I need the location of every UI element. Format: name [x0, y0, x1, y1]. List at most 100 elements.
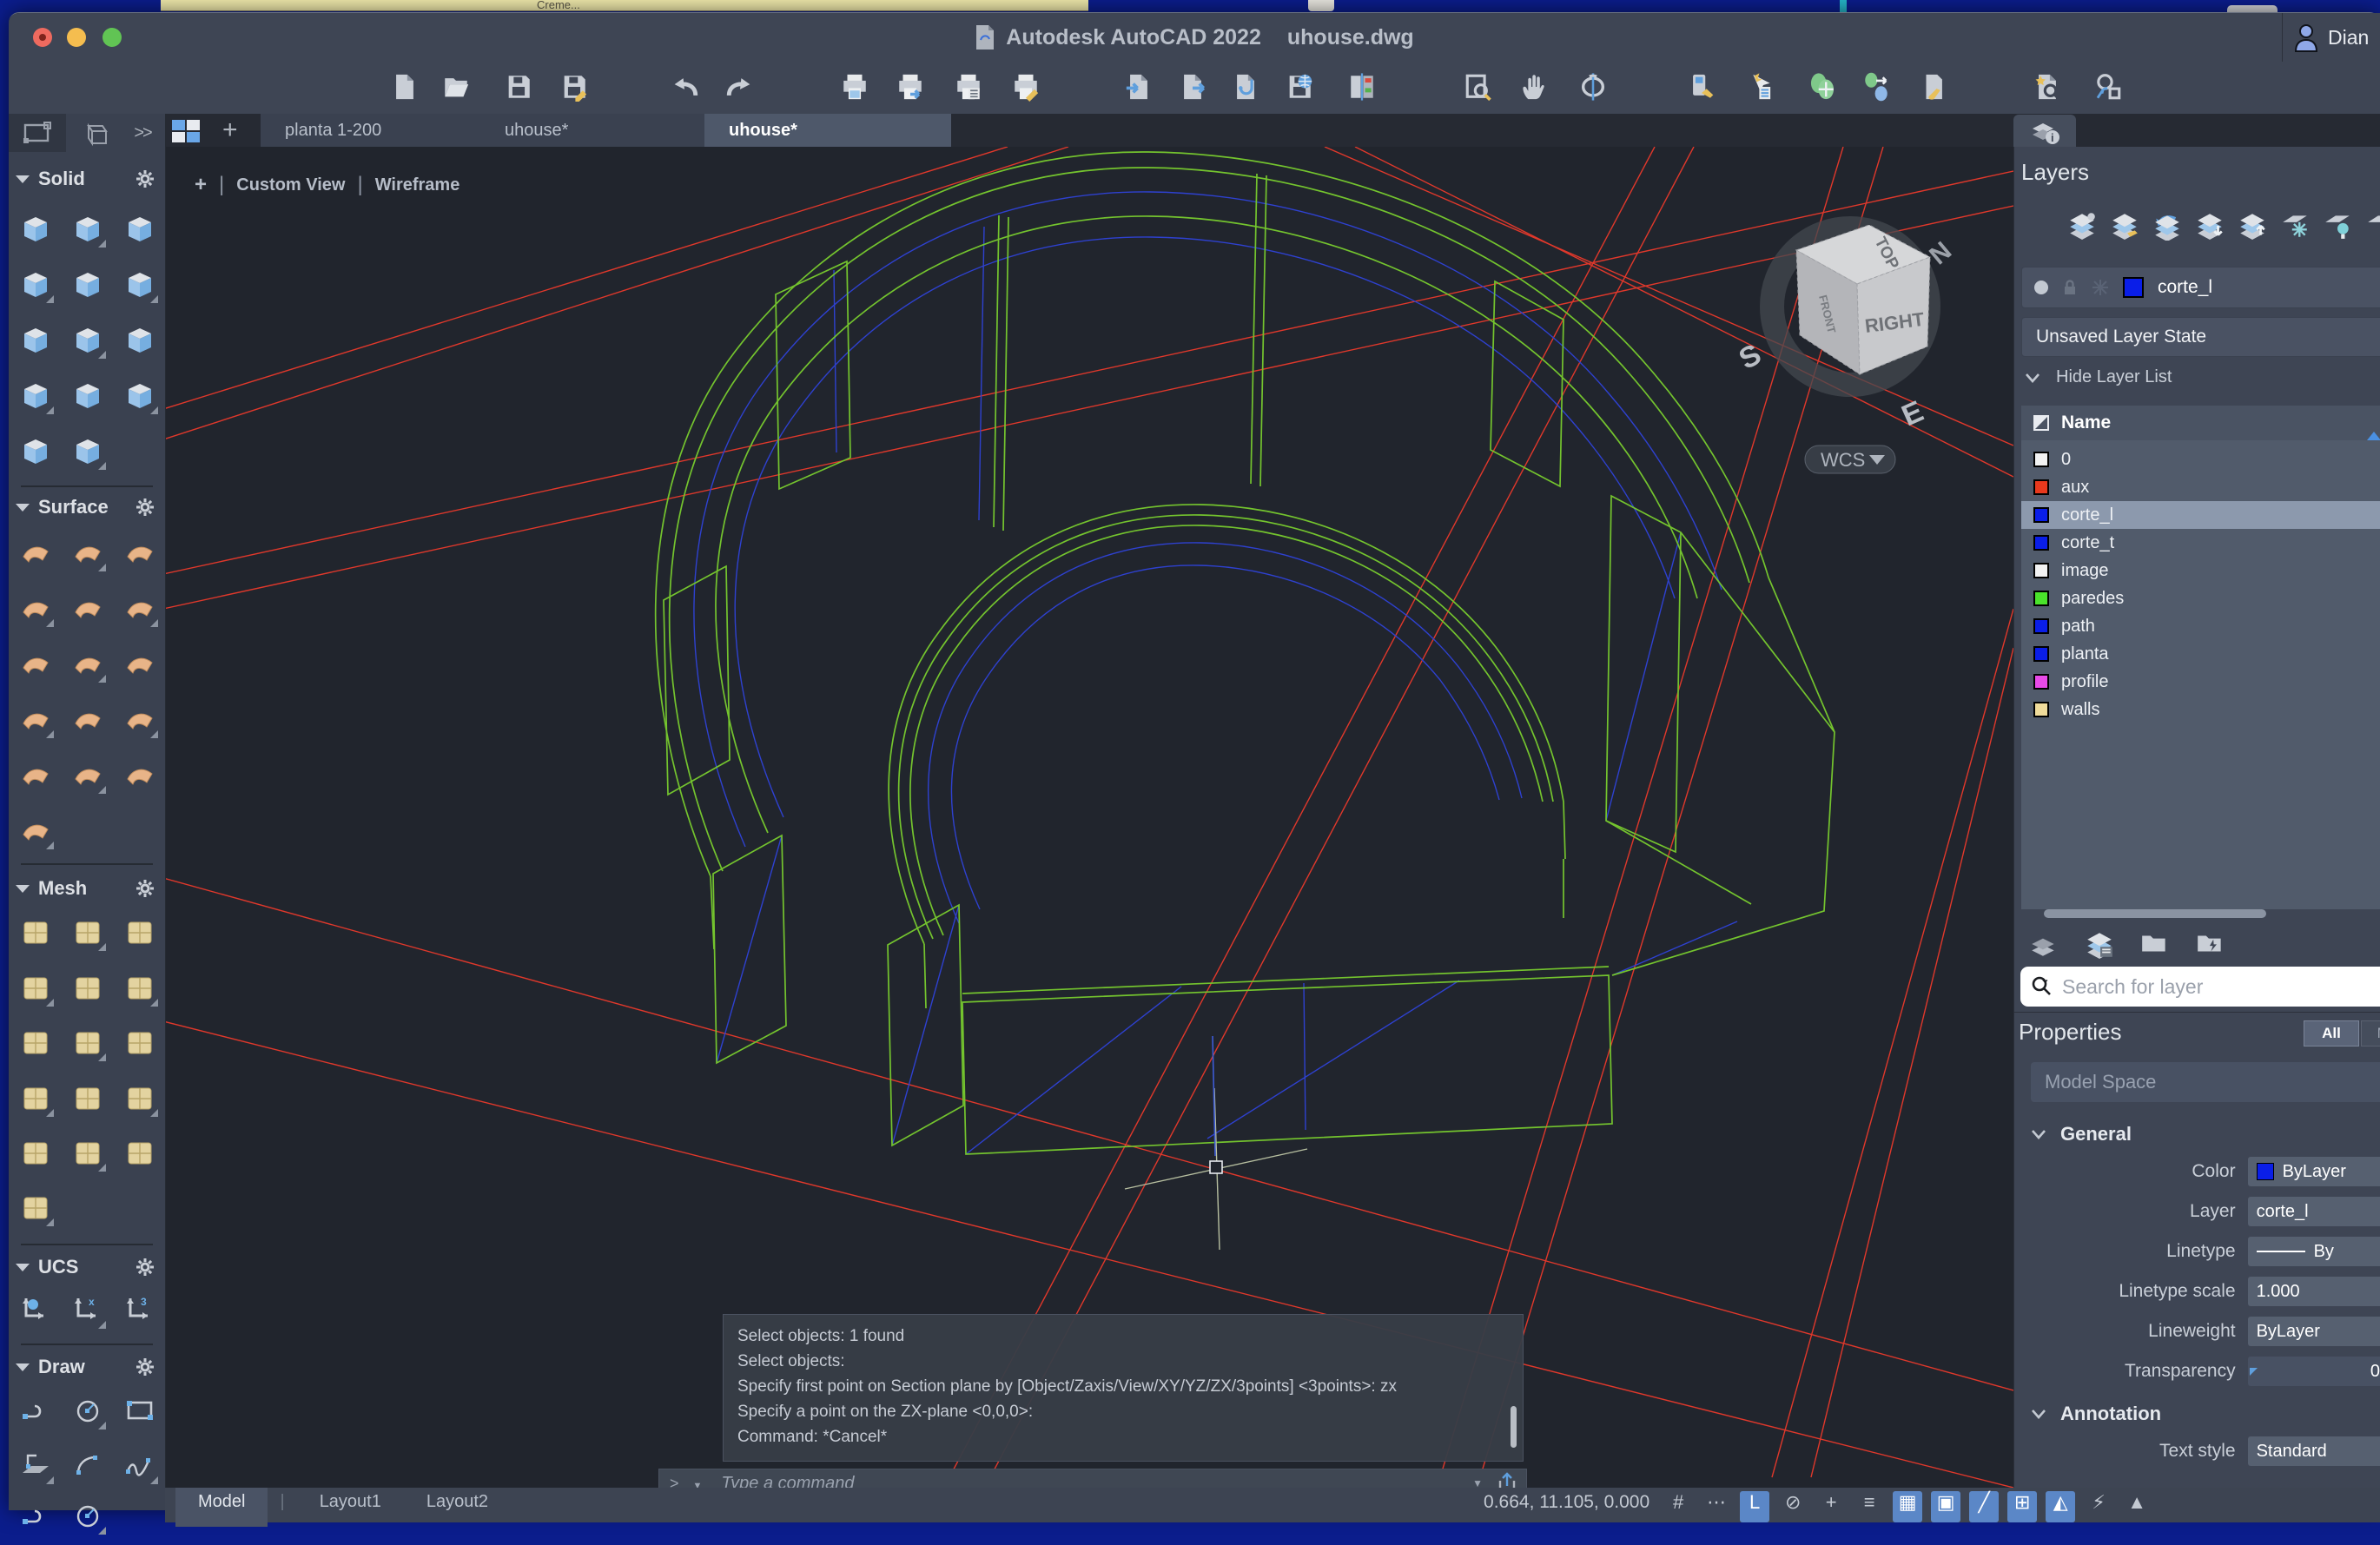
command-input-row[interactable]: >_ ▼ Type a command ▼ [658, 1469, 1527, 1488]
mesh-edit-tool[interactable] [17, 967, 54, 1008]
solid-union-tool[interactable] [122, 208, 158, 249]
layer-color-swatch[interactable] [2033, 479, 2049, 495]
palette-section-mesh[interactable]: Mesh [16, 876, 158, 901]
mesh-convert-smooth-tool[interactable] [17, 1132, 54, 1173]
mesh-crease-tool[interactable] [122, 1021, 158, 1063]
draw-circle-tool[interactable] [69, 1390, 106, 1431]
palette-section-draw[interactable]: Draw [16, 1355, 158, 1379]
polar-slope-toggle[interactable]: ╱ [1969, 1491, 1999, 1522]
solid-extrude-tool[interactable] [69, 208, 106, 249]
space-selector[interactable]: Model Space [2031, 1062, 2380, 1102]
property-value-lineweight[interactable]: ByLayer [2248, 1317, 2380, 1346]
viewport-view-control[interactable]: Custom View [236, 175, 345, 195]
layer-list-header[interactable]: Name [2021, 406, 2380, 440]
layer-make-current-icon[interactable] [2106, 206, 2144, 244]
layer-row-image[interactable]: image [2021, 557, 2380, 584]
solid-slice-tool[interactable] [122, 263, 158, 305]
ortho-mode-toggle[interactable]: L [1740, 1491, 1769, 1522]
pan-icon[interactable] [1516, 69, 1550, 104]
palette-overflow-button[interactable]: >> [123, 114, 162, 152]
surface-network-tool[interactable] [17, 532, 54, 573]
mesh-smooth-object-tool[interactable] [17, 1077, 54, 1119]
save-as-icon[interactable] [557, 69, 592, 104]
new-tab-button[interactable]: + [222, 116, 238, 145]
check-standards-icon[interactable] [2030, 69, 2065, 104]
surface-trim-tool[interactable] [17, 643, 54, 684]
layer-color-swatch[interactable] [2033, 535, 2049, 551]
compass-east[interactable]: E [1897, 394, 1928, 432]
plot-edit-icon[interactable] [1008, 69, 1043, 104]
surface-loft-tool[interactable] [69, 532, 106, 573]
layer-merge-icon[interactable] [2025, 925, 2063, 963]
surface-flatten-tool[interactable] [69, 587, 106, 629]
surface-rebuild-tool[interactable] [122, 643, 158, 684]
layout-grid-icon[interactable] [170, 119, 202, 143]
redo-icon[interactable] [723, 69, 757, 104]
layer-group-new-icon[interactable] [2192, 925, 2230, 963]
new-file-icon[interactable] [387, 69, 422, 104]
layer-properties-icon[interactable] [2063, 206, 2101, 244]
open-icon[interactable] [439, 69, 473, 104]
property-value-linetype-scale[interactable]: 1.000 [2248, 1277, 2380, 1306]
viewcube[interactable]: S E N TOP FRONT RIGHT WCS [1734, 225, 1957, 473]
layer-lock-icon[interactable] [2361, 206, 2380, 244]
layer-color-swatch[interactable] [2033, 452, 2049, 467]
layer-row-0[interactable]: 0 [2021, 446, 2380, 473]
ungroup-icon[interactable] [1859, 69, 1894, 104]
properties-filter-my[interactable]: My [2361, 1020, 2380, 1047]
draw-rectangle-tool[interactable] [122, 1390, 158, 1431]
annotation-visibility-toggle[interactable]: ◭ [2046, 1491, 2075, 1522]
properties-section-general[interactable]: General [2031, 1123, 2380, 1146]
sort-ascending-icon[interactable] [2367, 432, 2380, 440]
attach-icon[interactable] [1228, 69, 1263, 104]
layer-search-box[interactable]: Search for layer [2020, 967, 2380, 1007]
zoom-window-icon[interactable] [1461, 69, 1496, 104]
viewport-menu-button[interactable]: + [195, 173, 207, 197]
layer-color-swatch[interactable] [2033, 674, 2049, 690]
layer-row-profile[interactable]: profile [2021, 668, 2380, 696]
palette-section-ucs[interactable]: UCS [16, 1255, 158, 1279]
command-history-scrollbar[interactable] [1511, 1406, 1517, 1448]
solid-section-tool[interactable] [122, 374, 158, 416]
property-value-transparency[interactable]: 0 [2248, 1357, 2380, 1386]
file-tab-planta-1-200[interactable]: planta 1-200 [261, 114, 503, 147]
layer-color-swatch[interactable] [2033, 618, 2049, 634]
layer-isolate-icon[interactable] [2191, 206, 2229, 244]
property-value-color[interactable]: ByLayer [2248, 1157, 2380, 1186]
draw-line-tool[interactable] [17, 1495, 54, 1536]
mesh-split-tool[interactable] [122, 1077, 158, 1119]
ucs-ucs-3point-tool[interactable]: 3 [122, 1289, 158, 1330]
page-setup-icon[interactable] [951, 69, 986, 104]
layer-row-aux[interactable]: aux [2021, 473, 2380, 501]
properties-filter-all[interactable]: All [2304, 1020, 2359, 1047]
gear-icon[interactable] [136, 1258, 155, 1277]
orbit-icon[interactable] [1576, 69, 1610, 104]
palette-tab-3d[interactable] [66, 114, 123, 152]
mesh-revolve-tool[interactable] [69, 911, 106, 953]
compass-south[interactable]: S [1734, 338, 1767, 376]
mesh-sphere-tool[interactable] [122, 967, 158, 1008]
ucs-ucs-x-tool[interactable]: x [69, 1289, 106, 1330]
mesh-convert-faceted-tool[interactable] [69, 1132, 106, 1173]
hatch-display-toggle[interactable]: ▦ [1893, 1491, 1922, 1522]
draw-plane-tool[interactable] [17, 1444, 54, 1486]
layer-state-dropdown[interactable]: Unsaved Layer State [2021, 317, 2380, 357]
layer-color-swatch[interactable] [2033, 563, 2049, 578]
grid-display-toggle[interactable]: # [1663, 1491, 1693, 1522]
layer-color-swatch[interactable] [2033, 591, 2049, 606]
command-input[interactable]: Type a command [721, 1474, 854, 1489]
surface-analysis-tool[interactable] [122, 754, 158, 796]
command-share-icon[interactable] [1497, 1472, 1517, 1488]
draw-polyline-tool[interactable] [17, 1390, 54, 1431]
mesh-sweep-tool[interactable] [122, 911, 158, 953]
layers-panel-tab[interactable]: i [2013, 115, 2076, 147]
draw-spline-tool[interactable] [122, 1444, 158, 1486]
layer-row-walls[interactable]: walls [2021, 696, 2380, 723]
undo-icon[interactable] [667, 69, 702, 104]
drawing-canvas[interactable]: S E N TOP FRONT RIGHT WCS + | Custom Vie… [165, 147, 2013, 1488]
quick-select-icon[interactable] [1741, 69, 1775, 104]
file-tab-uhouse-[interactable]: uhouse* [480, 114, 727, 147]
mesh-ruled-tool[interactable] [69, 967, 106, 1008]
more-dots-toggle[interactable]: ⋯ [1702, 1491, 1731, 1522]
solid-interfere-tool[interactable] [122, 319, 158, 360]
